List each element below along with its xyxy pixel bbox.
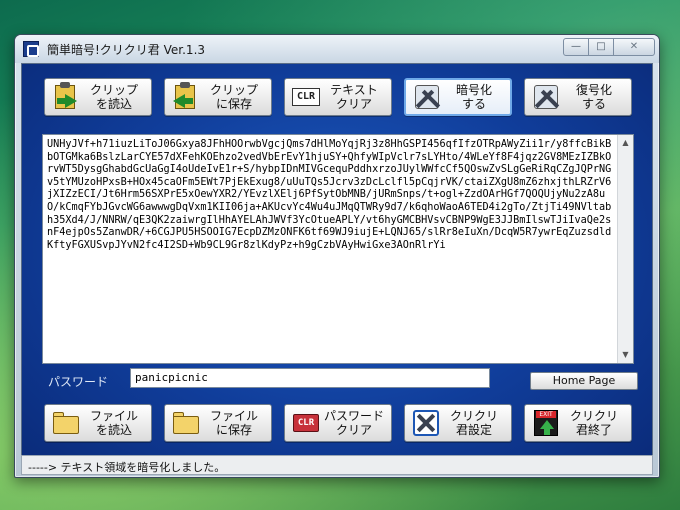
- text-editor[interactable]: UNHyJVf+h71iuzLiToJ06Gxya8JFhHOOrwbVgcjQ…: [42, 134, 634, 364]
- exit-icon: EXIT: [531, 408, 561, 438]
- password-clear-button[interactable]: CLR パスワード クリア: [284, 404, 392, 442]
- encrypt-button[interactable]: 暗号化 する: [404, 78, 512, 116]
- maximize-button[interactable]: □: [588, 38, 614, 56]
- encrypt-icon: [412, 82, 442, 112]
- exit-tag: EXIT: [536, 411, 556, 418]
- pw-clr-badge: CLR: [293, 414, 319, 432]
- settings-label: クリクリ 君設定: [449, 409, 498, 437]
- password-input[interactable]: panicpicnic: [130, 368, 490, 388]
- clipboard-save-label: クリップ に保存: [209, 83, 258, 111]
- password-label: パスワード: [48, 375, 109, 389]
- settings-button[interactable]: クリクリ 君設定: [404, 404, 512, 442]
- clipboard-read-label: クリップ を読込: [89, 83, 138, 111]
- editor-content[interactable]: UNHyJVf+h71iuzLiToJ06Gxya8JFhHOOrwbVgcjQ…: [47, 139, 613, 361]
- title-bar[interactable]: 簡単暗号!クリクリ君 Ver.1.3 — □ ✕: [15, 35, 659, 63]
- decrypt-label: 復号化 する: [575, 83, 612, 111]
- password-clear-icon: CLR: [291, 408, 321, 438]
- file-save-label: ファイル に保存: [209, 409, 258, 437]
- clipboard-read-button[interactable]: クリップ を読込: [44, 78, 152, 116]
- exit-button[interactable]: EXIT クリクリ 君終了: [524, 404, 632, 442]
- clipboard-save-button[interactable]: クリップ に保存: [164, 78, 272, 116]
- window-title: 簡単暗号!クリクリ君 Ver.1.3: [47, 43, 206, 57]
- scroll-up-icon[interactable]: ▲: [618, 135, 633, 151]
- app-window: 簡単暗号!クリクリ君 Ver.1.3 — □ ✕ クリップ を読込 クリップ に…: [14, 34, 660, 478]
- app-logo-icon: [23, 41, 39, 57]
- minimize-button[interactable]: —: [563, 38, 589, 56]
- clipboard-save-icon: [171, 82, 201, 112]
- close-button[interactable]: ✕: [613, 38, 655, 56]
- decrypt-button[interactable]: 復号化 する: [524, 78, 632, 116]
- folder-open-icon: [51, 408, 81, 438]
- file-save-button[interactable]: ファイル に保存: [164, 404, 272, 442]
- home-page-button[interactable]: Home Page: [530, 372, 638, 390]
- password-clear-label: パスワード クリア: [323, 409, 384, 437]
- exit-label: クリクリ 君終了: [569, 409, 618, 437]
- clear-text-icon: CLR: [291, 82, 321, 112]
- text-clear-label: テキスト クリア: [330, 83, 378, 111]
- settings-icon: [411, 408, 441, 438]
- scroll-down-icon[interactable]: ▼: [618, 347, 633, 363]
- file-read-button[interactable]: ファイル を読込: [44, 404, 152, 442]
- folder-save-icon: [171, 408, 201, 438]
- decrypt-icon: [531, 82, 561, 112]
- main-panel: クリップ を読込 クリップ に保存 CLR テキスト クリア 暗号化 する 復号…: [21, 63, 653, 473]
- clr-badge: CLR: [292, 88, 320, 106]
- file-read-label: ファイル を読込: [89, 409, 138, 437]
- vertical-scrollbar[interactable]: ▲ ▼: [617, 135, 633, 363]
- text-clear-button[interactable]: CLR テキスト クリア: [284, 78, 392, 116]
- clipboard-read-icon: [51, 82, 81, 112]
- status-bar: -----> テキスト領域を暗号化しました。: [21, 455, 653, 475]
- encrypt-label: 暗号化 する: [455, 83, 492, 111]
